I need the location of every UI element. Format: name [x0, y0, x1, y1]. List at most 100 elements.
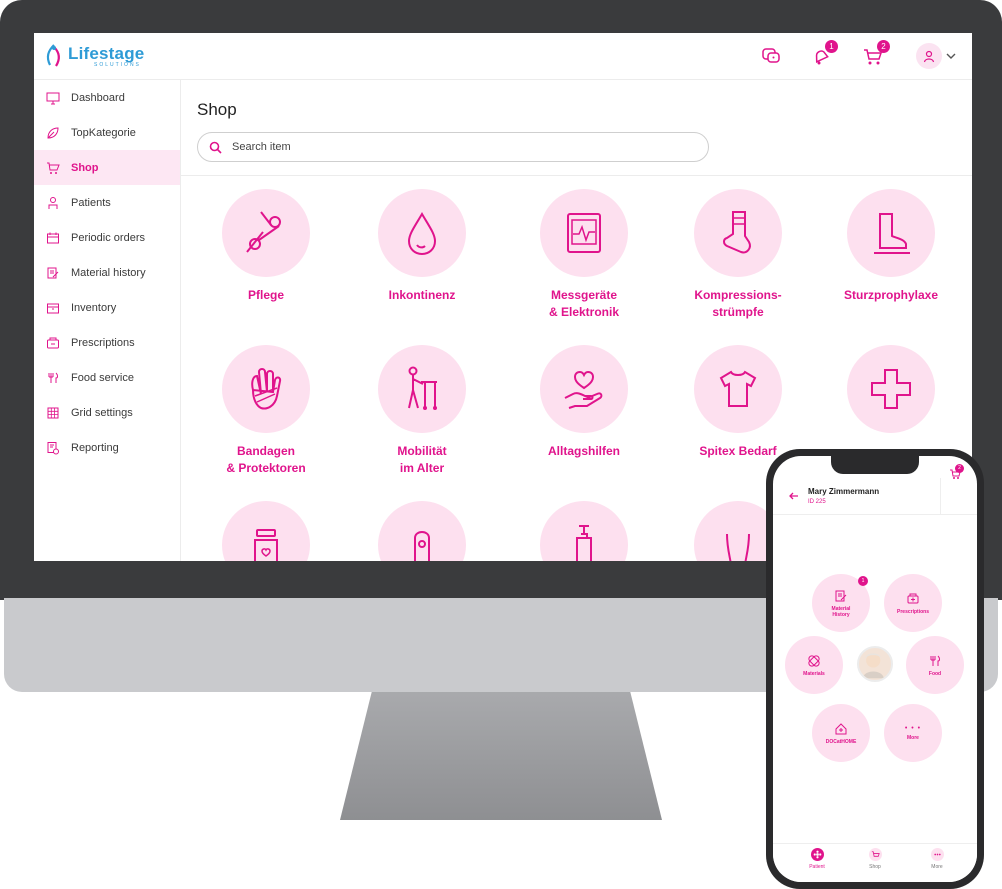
category-circle — [540, 501, 628, 561]
walker-icon — [408, 366, 437, 410]
patient-avatar[interactable] — [857, 646, 893, 682]
category-label-line1: Pflege — [247, 288, 284, 302]
category-tile[interactable] — [826, 345, 956, 433]
mobile-phone: Mary Zimmermann ID 225 2 Material History… — [766, 449, 984, 889]
material-history-bubble[interactable]: Material History 1 — [812, 574, 870, 632]
patient-photo-icon — [862, 653, 884, 679]
category-tile[interactable]: Alltagshilfen — [519, 345, 649, 460]
category-label: Messgeräte & Elektronik — [519, 287, 649, 321]
category-circle — [222, 501, 310, 561]
category-circle — [540, 345, 628, 433]
category-circle — [222, 189, 310, 277]
materials-bubble[interactable]: Materials — [785, 636, 843, 694]
food-bubble[interactable]: Food — [906, 636, 964, 694]
support-button[interactable] — [760, 45, 782, 67]
category-label: Inkontinenz — [357, 287, 487, 304]
calendar-icon — [47, 232, 59, 243]
bandaged-hand-icon — [251, 368, 282, 410]
mobile-app: Mary Zimmermann ID 225 2 Material History… — [773, 456, 977, 882]
user-menu-button[interactable] — [916, 43, 942, 69]
category-circle — [222, 345, 310, 433]
back-arrow-icon[interactable] — [789, 491, 799, 501]
patient-id: ID 225 — [808, 499, 826, 505]
category-circle — [694, 345, 782, 433]
box-icon — [47, 303, 59, 313]
more-label: More — [907, 735, 919, 741]
mobile-tab-shop[interactable]: Shop — [845, 848, 905, 870]
bandage-icon — [808, 654, 820, 667]
mobile-tab-label: Shop — [869, 864, 881, 870]
sidebar-item-reporting[interactable]: Reporting — [34, 430, 180, 465]
sock-icon — [723, 211, 751, 254]
sidebar-item-prescriptions[interactable]: Prescriptions — [34, 325, 180, 360]
docathome-bubble[interactable]: DOCatHOME — [812, 704, 870, 762]
category-label-line2: & Elektronik — [548, 305, 620, 319]
category-tile[interactable] — [201, 501, 331, 561]
search-bar[interactable] — [197, 132, 709, 162]
shirt-icon — [719, 370, 757, 407]
prescriptions-label: Prescriptions — [897, 608, 929, 615]
category-label: Sturzprophylaxe — [826, 287, 956, 304]
category-tile[interactable]: Kompressions-strümpfe — [673, 189, 803, 321]
sidebar-item-shop[interactable]: Shop — [34, 150, 180, 185]
category-label: Kompressions-strümpfe — [673, 287, 803, 321]
report-icon — [47, 441, 59, 454]
top-bar: Lifestage SOLUTIONS 1 2 — [34, 33, 972, 80]
category-label-line1: Inkontinenz — [388, 288, 456, 302]
category-tile[interactable]: Spitex Bedarf — [673, 345, 803, 460]
prescription-icon — [47, 337, 59, 348]
sidebar-item-inventory[interactable]: Inventory — [34, 290, 180, 325]
mobile-tab-more[interactable]: More — [907, 848, 967, 870]
monitor-pulse-icon — [567, 213, 601, 253]
search-input[interactable] — [230, 140, 674, 154]
sidebar-item-food-service[interactable]: Food service — [34, 360, 180, 395]
notifications-button[interactable]: 1 — [810, 40, 838, 67]
category-label-line1: Sturzprophylaxe — [843, 288, 939, 302]
jar-icon — [254, 529, 278, 561]
category-tile[interactable] — [519, 501, 649, 561]
sidebar-item-dashboard[interactable]: Dashboard — [34, 80, 180, 115]
mobile-header: Mary Zimmermann ID 225 — [773, 478, 977, 515]
category-tile[interactable]: Pflege — [201, 189, 331, 304]
chevron-down-icon[interactable] — [946, 51, 956, 61]
cart-icon — [47, 162, 60, 174]
pump-bottle-icon — [576, 525, 592, 561]
lifestage-logo-icon — [46, 44, 60, 67]
category-label-line1: Kompressions- — [694, 288, 782, 302]
category-label-line1: Mobilität — [397, 444, 447, 458]
brand-logo[interactable]: Lifestage SOLUTIONS — [44, 43, 144, 69]
mobile-tab-patient[interactable]: Patient — [787, 848, 847, 870]
category-label: Bandagen & Protektoren — [201, 443, 331, 477]
category-label: Mobilität im Alter — [357, 443, 487, 477]
chat-support-icon — [762, 48, 780, 63]
category-circle — [378, 345, 466, 433]
grid-icon — [47, 407, 59, 418]
category-tile[interactable] — [357, 501, 487, 561]
medical-cross-icon — [871, 369, 911, 409]
sidebar-item-label: Inventory — [71, 301, 117, 314]
sidebar-item-label: Patients — [71, 196, 111, 209]
category-tile[interactable]: Inkontinenz — [357, 189, 487, 304]
category-tile[interactable]: Messgeräte & Elektronik — [519, 189, 649, 321]
more-bubble[interactable]: • • • More — [884, 704, 942, 762]
sidebar-item-label: Dashboard — [71, 91, 125, 104]
sidebar-item-topkategorie[interactable]: TopKategorie — [34, 115, 180, 150]
drop-icon — [407, 212, 437, 256]
page-title: Shop — [197, 100, 237, 119]
category-label-line1: Messgeräte — [550, 288, 618, 302]
prescriptions-bubble[interactable]: Prescriptions — [884, 574, 942, 632]
sidebar-item-material-history[interactable]: Material history — [34, 255, 180, 290]
cart-button[interactable]: 2 — [862, 40, 890, 67]
category-tile[interactable]: Sturzprophylaxe — [826, 189, 956, 304]
category-tile[interactable]: Mobilität im Alter — [357, 345, 487, 477]
category-label-line1: Bandagen — [236, 444, 295, 458]
category-tile[interactable]: Bandagen & Protektoren — [201, 345, 331, 477]
category-circle — [847, 345, 935, 433]
category-label: Pflege — [201, 287, 331, 304]
sidebar-item-patients[interactable]: Patients — [34, 185, 180, 220]
mobile-cart-badge: 2 — [955, 464, 964, 473]
patient-name: Mary Zimmermann — [808, 487, 880, 496]
sidebar-item-grid-settings[interactable]: Grid settings — [34, 395, 180, 430]
sidebar-item-periodic-orders[interactable]: Periodic orders — [34, 220, 180, 255]
sidebar: Dashboard TopKategorie Shop Patients Periodi… — [34, 80, 181, 561]
